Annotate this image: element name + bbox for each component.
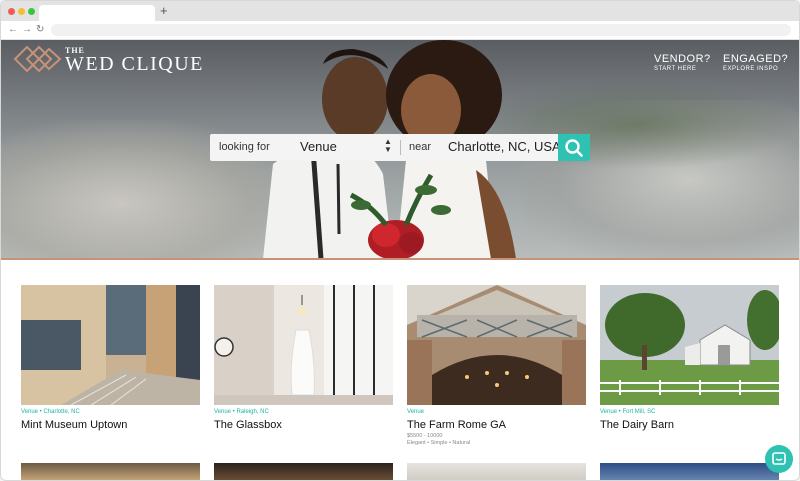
search-icon — [565, 139, 583, 157]
browser-tab[interactable] — [39, 5, 155, 21]
forward-arrow-icon[interactable]: → — [22, 23, 32, 37]
hero-divider — [1, 258, 799, 260]
venue-photo — [600, 285, 779, 405]
venue-card-photo-partial[interactable] — [21, 463, 200, 480]
vendor-sub-label: START HERE — [654, 66, 697, 72]
venue-photo — [21, 285, 200, 405]
venue-title[interactable]: Mint Museum Uptown — [21, 418, 200, 432]
maximize-window-button[interactable] — [28, 8, 35, 15]
address-bar[interactable] — [51, 24, 791, 36]
venue-photo — [214, 285, 393, 405]
venue-card-mint-museum[interactable]: Venue • Charlotte, NC Mint Museum Uptown — [21, 285, 200, 432]
venue-title[interactable]: The Glassbox — [214, 418, 393, 432]
engaged-sub-label: EXPLORE INSPO — [723, 66, 779, 72]
category-select[interactable]: Venue — [300, 139, 337, 154]
venue-title[interactable]: The Dairy Barn — [600, 418, 779, 432]
browser-window: + ← → ↻ THE WED CLIQUE VENDOR? START HER… — [0, 0, 800, 481]
bouquet-image — [349, 173, 451, 259]
engaged-nav-link[interactable]: ENGAGED? EXPLORE INSPO — [723, 53, 788, 73]
venue-card-photo-partial[interactable] — [407, 463, 586, 480]
new-tab-button[interactable]: + — [160, 4, 168, 18]
search-divider — [400, 140, 401, 155]
browser-tab-bar: + — [1, 1, 799, 21]
logo-diamond-icon — [13, 45, 62, 73]
engaged-label: ENGAGED? — [723, 53, 789, 65]
close-window-button[interactable] — [8, 8, 15, 15]
venue-card-photo-partial[interactable] — [600, 463, 779, 480]
venue-card-glassbox[interactable]: Venue • Raleigh, NC The Glassbox — [214, 285, 393, 432]
vendor-nav-link[interactable]: VENDOR? START HERE — [654, 53, 711, 73]
chat-icon — [772, 452, 786, 465]
venue-price: $5500 - 10000 — [407, 433, 443, 439]
venue-meta: Venue • Fort Mill, SC — [600, 409, 656, 415]
venue-photo — [407, 285, 586, 405]
venue-card-farm-rome[interactable]: Venue The Farm Rome GA $5500 - 10000 Ele… — [407, 285, 586, 446]
near-label: near — [409, 141, 432, 153]
vendor-label: VENDOR? — [654, 53, 711, 65]
venue-card-dairy-barn[interactable]: Venue • Fort Mill, SC The Dairy Barn — [600, 285, 779, 432]
venue-tags: Elegant • Simple • Natural — [407, 440, 471, 446]
looking-for-label: looking for — [219, 141, 270, 153]
minimize-window-button[interactable] — [18, 8, 25, 15]
location-input[interactable] — [448, 139, 560, 154]
reload-icon[interactable]: ↻ — [36, 23, 44, 37]
venue-meta: Venue • Raleigh, NC — [214, 409, 269, 415]
venue-search-bar: looking for Venue ▲ ▼ near — [210, 134, 590, 161]
back-arrow-icon[interactable]: ← — [8, 23, 18, 37]
venue-title[interactable]: The Farm Rome GA — [407, 418, 586, 432]
venue-meta: Venue • Charlotte, NC — [21, 409, 80, 415]
search-button[interactable] — [558, 134, 590, 161]
venue-card-photo-partial[interactable] — [214, 463, 393, 480]
venue-meta: Venue — [407, 409, 425, 415]
site-logo[interactable]: THE WED CLIQUE — [13, 44, 213, 75]
logo-name-text: WED CLIQUE — [65, 53, 204, 75]
select-arrows-icon[interactable]: ▲ ▼ — [384, 138, 392, 154]
browser-toolbar: ← → ↻ — [1, 21, 799, 40]
hero-banner: THE WED CLIQUE VENDOR? START HERE ENGAGE… — [1, 40, 799, 259]
chat-button[interactable] — [765, 445, 793, 473]
